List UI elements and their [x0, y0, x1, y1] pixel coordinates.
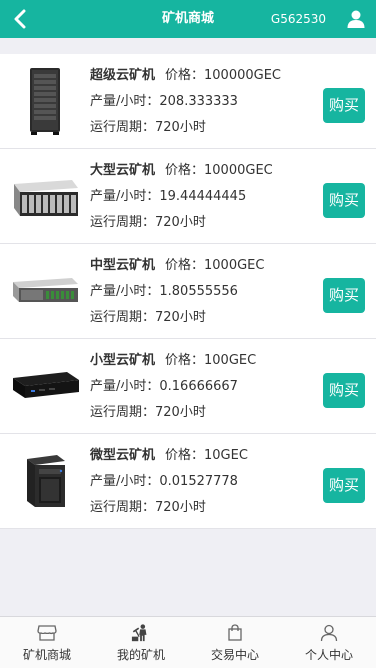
product-name: 中型云矿机	[90, 258, 156, 273]
tab-label: 交易中心	[210, 648, 259, 662]
product-period: 运行周期：720小时	[90, 120, 206, 135]
product-item: 中型云矿机 价格：1000GEC 产量/小时：1.80555556 运行周期：72…	[0, 244, 376, 339]
product-price: 价格：10GEC	[165, 448, 248, 463]
rack-server-medium-image	[8, 252, 82, 330]
back-button[interactable]	[8, 6, 32, 32]
top-bar: 矿机商城 G562530	[0, 0, 376, 38]
tab-my-miners[interactable]: 我的矿机	[94, 617, 188, 668]
nas-box-image	[8, 442, 82, 520]
tower-server-image	[8, 62, 82, 140]
product-price: 价格：10000GEC	[165, 163, 273, 178]
mini-pc-image	[8, 347, 82, 425]
rack-server-large-image	[8, 157, 82, 235]
person-icon	[319, 623, 339, 643]
product-name: 微型云矿机	[90, 448, 156, 463]
product-name: 超级云矿机	[90, 68, 156, 83]
bag-icon	[225, 623, 245, 643]
product-item: 微型云矿机 价格：10GEC 产量/小时：0.01527778 运行周期：720小…	[0, 434, 376, 529]
product-price: 价格：100GEC	[165, 353, 257, 368]
product-output: 产量/小时：208.333333	[90, 94, 238, 109]
product-period: 运行周期：720小时	[90, 405, 206, 420]
product-item: 小型云矿机 价格：100GEC 产量/小时：0.16666667 运行周期：720…	[0, 339, 376, 434]
miner-icon	[131, 623, 151, 643]
buy-button[interactable]: 购买	[323, 88, 365, 123]
product-list: 超级云矿机 价格：100000GEC 产量/小时：208.333333 运行周期：…	[0, 54, 376, 529]
bottom-tab-bar: 矿机商城 我的矿机 交易中心 个人中心	[0, 616, 376, 668]
product-price: 价格：1000GEC	[165, 258, 265, 273]
product-output: 产量/小时：0.01527778	[90, 474, 238, 489]
user-icon[interactable]	[346, 9, 366, 29]
product-item: 大型云矿机 价格：10000GEC 产量/小时：19.44444445 运行周期：…	[0, 149, 376, 244]
buy-button[interactable]: 购买	[323, 183, 365, 218]
buy-button[interactable]: 购买	[323, 373, 365, 408]
product-output: 产量/小时：1.80555556	[90, 284, 238, 299]
product-item: 超级云矿机 价格：100000GEC 产量/小时：208.333333 运行周期：…	[0, 54, 376, 149]
product-period: 运行周期：720小时	[90, 215, 206, 230]
product-output: 产量/小时：0.16666667	[90, 379, 238, 394]
product-name: 小型云矿机	[90, 353, 156, 368]
tab-trade-center[interactable]: 交易中心	[188, 617, 282, 668]
product-output: 产量/小时：19.44444445	[90, 189, 247, 204]
tab-label: 矿机商城	[22, 648, 71, 662]
chevron-left-icon	[14, 9, 26, 29]
product-period: 运行周期：720小时	[90, 500, 206, 515]
product-period: 运行周期：720小时	[90, 310, 206, 325]
tab-label: 个人中心	[304, 648, 353, 662]
buy-button[interactable]: 购买	[323, 278, 365, 313]
product-price: 价格：100000GEC	[165, 68, 282, 83]
buy-button[interactable]: 购买	[323, 468, 365, 503]
shop-icon	[37, 623, 57, 643]
tab-shop[interactable]: 矿机商城	[0, 617, 94, 668]
tab-personal-center[interactable]: 个人中心	[282, 617, 376, 668]
product-name: 大型云矿机	[90, 163, 156, 178]
user-id-label: G562530	[270, 12, 326, 26]
tab-label: 我的矿机	[116, 648, 165, 662]
